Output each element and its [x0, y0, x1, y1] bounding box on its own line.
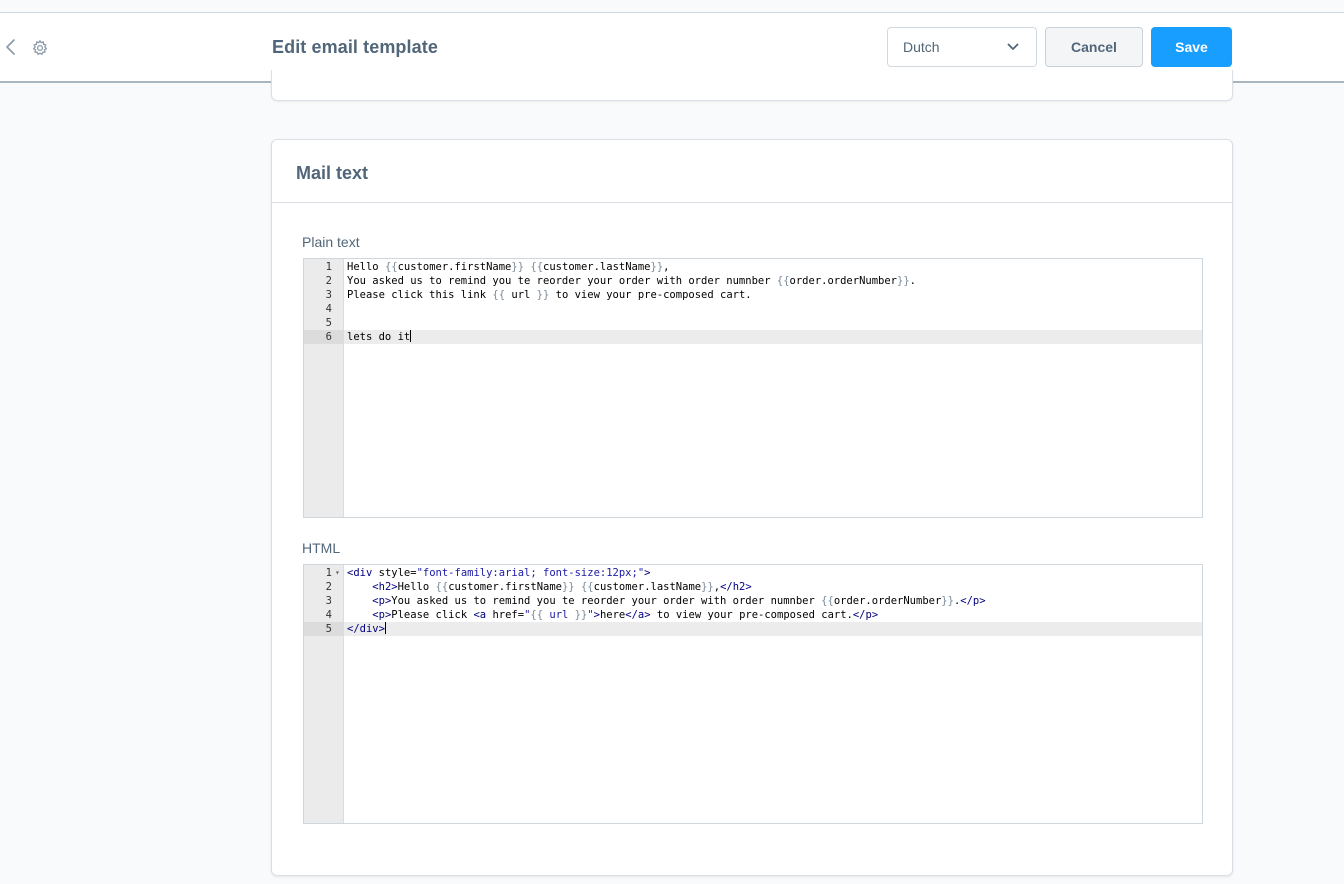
code-line[interactable]: 3 <p>You asked us to remind you te reord…: [304, 594, 1202, 608]
line-number: 3: [325, 595, 332, 607]
plain-text-editor[interactable]: 1 Hello {{customer.firstName}} {{customer…: [303, 258, 1203, 518]
line-number: 1: [325, 567, 332, 579]
mail-text-card: Mail text Plain text 1 Hello {{customer.f…: [271, 139, 1233, 876]
code-text: <h2>Hello {{customer.firstName}} {{custo…: [372, 581, 752, 593]
code-text: You asked us to remind you te reorder yo…: [347, 275, 916, 287]
fold-arrow-icon[interactable]: ▾: [335, 566, 340, 580]
language-select-value: Dutch: [903, 39, 940, 55]
code-text: Hello {{customer.firstName}} {{customer.…: [347, 261, 670, 273]
line-number: 6: [304, 330, 344, 344]
code-line[interactable]: 4: [304, 302, 1202, 316]
html-editor[interactable]: 1 ▾ <div style="font-family:arial; font-si…: [303, 564, 1203, 824]
html-label: HTML: [302, 540, 341, 556]
line-number: 5: [304, 622, 344, 636]
code-text: <p>You asked us to remind you te reorder…: [372, 595, 986, 607]
text-cursor: [384, 622, 386, 634]
line-number: 4: [325, 609, 332, 621]
line-number: 2: [325, 581, 332, 593]
code-line[interactable]: 5 </div>: [304, 622, 1202, 636]
code-text: Please click this link {{ url }} to view…: [347, 289, 752, 301]
plain-text-label: Plain text: [302, 234, 360, 250]
code-lines: 1 Hello {{customer.firstName}} {{customer…: [304, 260, 1202, 344]
line-number: 5: [325, 317, 332, 329]
line-number: 4: [325, 303, 332, 315]
code-text: </div>: [347, 622, 386, 635]
text-cursor: [410, 330, 412, 342]
code-line[interactable]: 1 ▾ <div style="font-family:arial; font-si…: [304, 566, 1202, 580]
code-line[interactable]: 4 <p>Please click <a href="{{ url }}">he…: [304, 608, 1202, 622]
chevron-down-icon: [1007, 43, 1019, 50]
language-select[interactable]: Dutch: [887, 27, 1037, 67]
code-lines: 1 ▾ <div style="font-family:arial; font-si…: [304, 566, 1202, 636]
code-line[interactable]: 2 You asked us to remind you te reorder y…: [304, 274, 1202, 288]
code-line[interactable]: 1 Hello {{customer.firstName}} {{customer…: [304, 260, 1202, 274]
code-line[interactable]: 5: [304, 316, 1202, 330]
save-button[interactable]: Save: [1151, 27, 1232, 67]
page-title: Edit email template: [272, 37, 438, 57]
code-text: lets do it: [347, 330, 412, 343]
code-text: <div style="font-family:arial; font-size…: [347, 567, 651, 579]
line-number: 2: [325, 275, 332, 287]
card-title: Mail text: [296, 163, 369, 183]
code-line[interactable]: 2 <h2>Hello {{customer.firstName}} {{cus…: [304, 580, 1202, 594]
chevron-left-icon[interactable]: [3, 37, 19, 57]
card-header: Mail text: [272, 140, 1232, 203]
code-line[interactable]: 3 Please click this link {{ url }} to vie…: [304, 288, 1202, 302]
line-number: 1: [325, 261, 332, 273]
cancel-button[interactable]: Cancel: [1045, 27, 1143, 67]
code-text: <p>Please click <a href="{{ url }}">here…: [372, 609, 879, 621]
code-line[interactable]: 6 lets do it: [304, 330, 1202, 344]
gear-icon[interactable]: [31, 39, 49, 57]
line-number: 3: [325, 289, 332, 301]
previous-card: [271, 70, 1233, 101]
